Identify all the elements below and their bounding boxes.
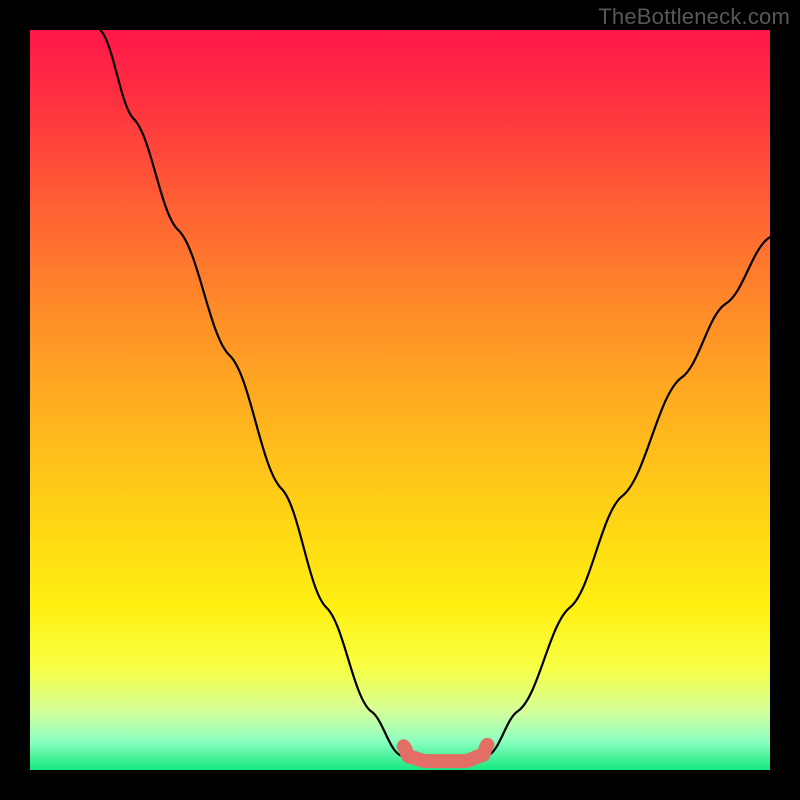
plot-area (30, 30, 770, 770)
chart-frame: TheBottleneck.com (0, 0, 800, 800)
watermark-text: TheBottleneck.com (598, 4, 790, 30)
curve-layer (30, 30, 770, 770)
bottleneck-curve-path (100, 30, 770, 766)
optimal-zone-path (404, 745, 488, 761)
